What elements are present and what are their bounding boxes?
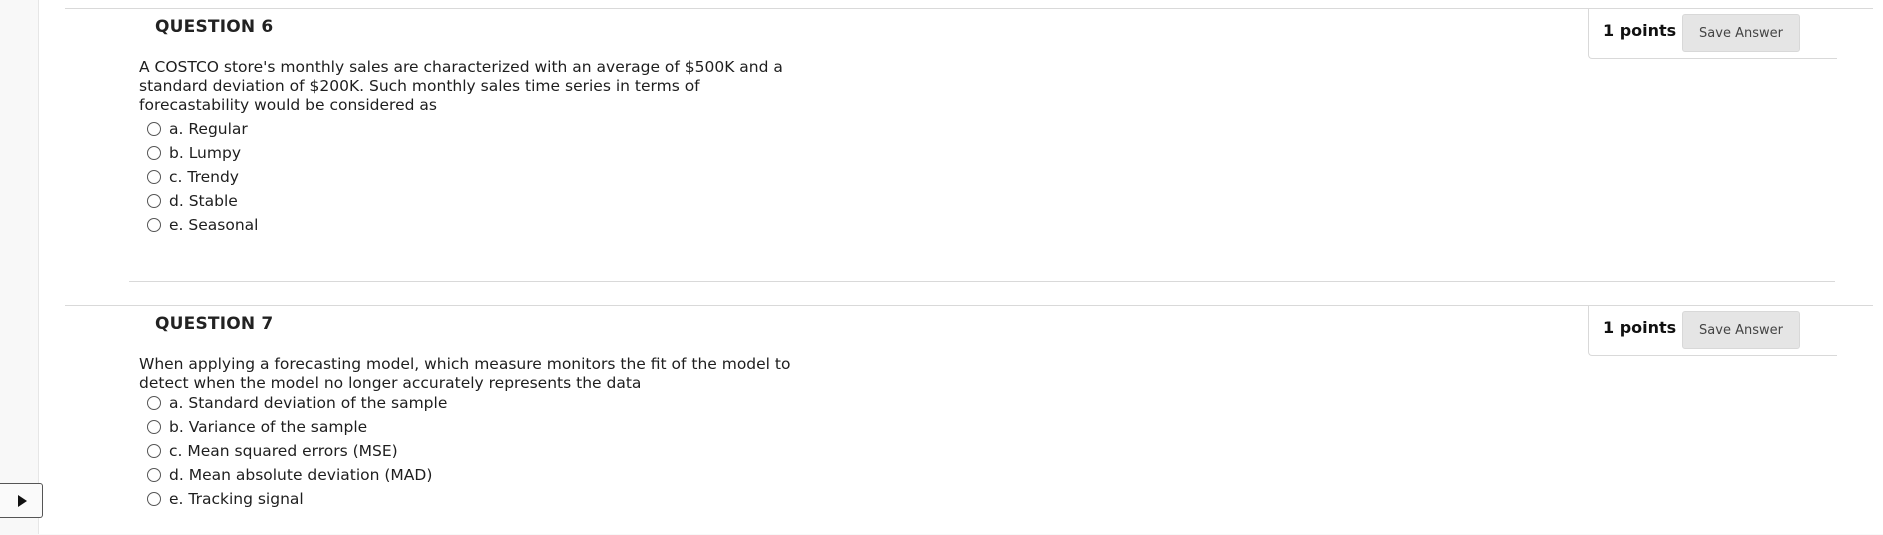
answer-options: a. Regular b. Lumpy c. Trendy d. Stable … [147, 117, 258, 237]
answer-option-e[interactable]: e. Seasonal [147, 213, 258, 237]
radio-button[interactable] [147, 194, 161, 208]
answer-option-d[interactable]: d. Mean absolute deviation (MAD) [147, 463, 447, 487]
answer-option-a[interactable]: a. Standard deviation of the sample [147, 391, 447, 415]
play-icon [18, 494, 27, 507]
save-answer-button[interactable]: Save Answer [1682, 14, 1800, 52]
points-label: 1 points [1603, 21, 1677, 40]
radio-button[interactable] [147, 444, 161, 458]
points-panel: 1 points Save Answer [1588, 306, 1837, 356]
option-label: d. Mean absolute deviation (MAD) [169, 466, 433, 484]
radio-button[interactable] [147, 218, 161, 232]
option-label: d. Stable [169, 192, 238, 210]
answer-option-e[interactable]: e. Tracking signal [147, 487, 447, 511]
assessment-page: QUESTION 6 1 points Save Answer A COSTCO… [38, 0, 1883, 534]
answer-option-c[interactable]: c. Trendy [147, 165, 258, 189]
answer-option-d[interactable]: d. Stable [147, 189, 258, 213]
option-label: a. Standard deviation of the sample [169, 394, 448, 412]
save-answer-button[interactable]: Save Answer [1682, 311, 1800, 349]
answer-options: a. Standard deviation of the sample b. V… [147, 391, 447, 511]
question-7: QUESTION 7 1 points Save Answer When app… [65, 305, 1873, 535]
radio-button[interactable] [147, 468, 161, 482]
radio-button[interactable] [147, 396, 161, 410]
question-divider [129, 281, 1835, 282]
radio-button[interactable] [147, 170, 161, 184]
option-label: e. Seasonal [169, 216, 259, 234]
question-6: QUESTION 6 1 points Save Answer A COSTCO… [65, 8, 1873, 282]
radio-button[interactable] [147, 122, 161, 136]
option-label: c. Trendy [169, 168, 239, 186]
radio-button[interactable] [147, 420, 161, 434]
points-label: 1 points [1603, 318, 1677, 337]
option-label: a. Regular [169, 120, 248, 138]
option-label: e. Tracking signal [169, 490, 304, 508]
question-text: When applying a forecasting model, which… [139, 355, 791, 392]
question-title: QUESTION 6 [155, 17, 274, 37]
option-label: b. Variance of the sample [169, 418, 368, 436]
answer-option-a[interactable]: a. Regular [147, 117, 258, 141]
radio-button[interactable] [147, 146, 161, 160]
question-text: A COSTCO store's monthly sales are chara… [139, 58, 783, 114]
answer-option-b[interactable]: b. Lumpy [147, 141, 258, 165]
option-label: c. Mean squared errors (MSE) [169, 442, 398, 460]
play-button[interactable] [0, 483, 43, 518]
radio-button[interactable] [147, 492, 161, 506]
question-title: QUESTION 7 [155, 314, 274, 334]
points-panel: 1 points Save Answer [1588, 9, 1837, 59]
answer-option-c[interactable]: c. Mean squared errors (MSE) [147, 439, 447, 463]
option-label: b. Lumpy [169, 144, 241, 162]
answer-option-b[interactable]: b. Variance of the sample [147, 415, 447, 439]
